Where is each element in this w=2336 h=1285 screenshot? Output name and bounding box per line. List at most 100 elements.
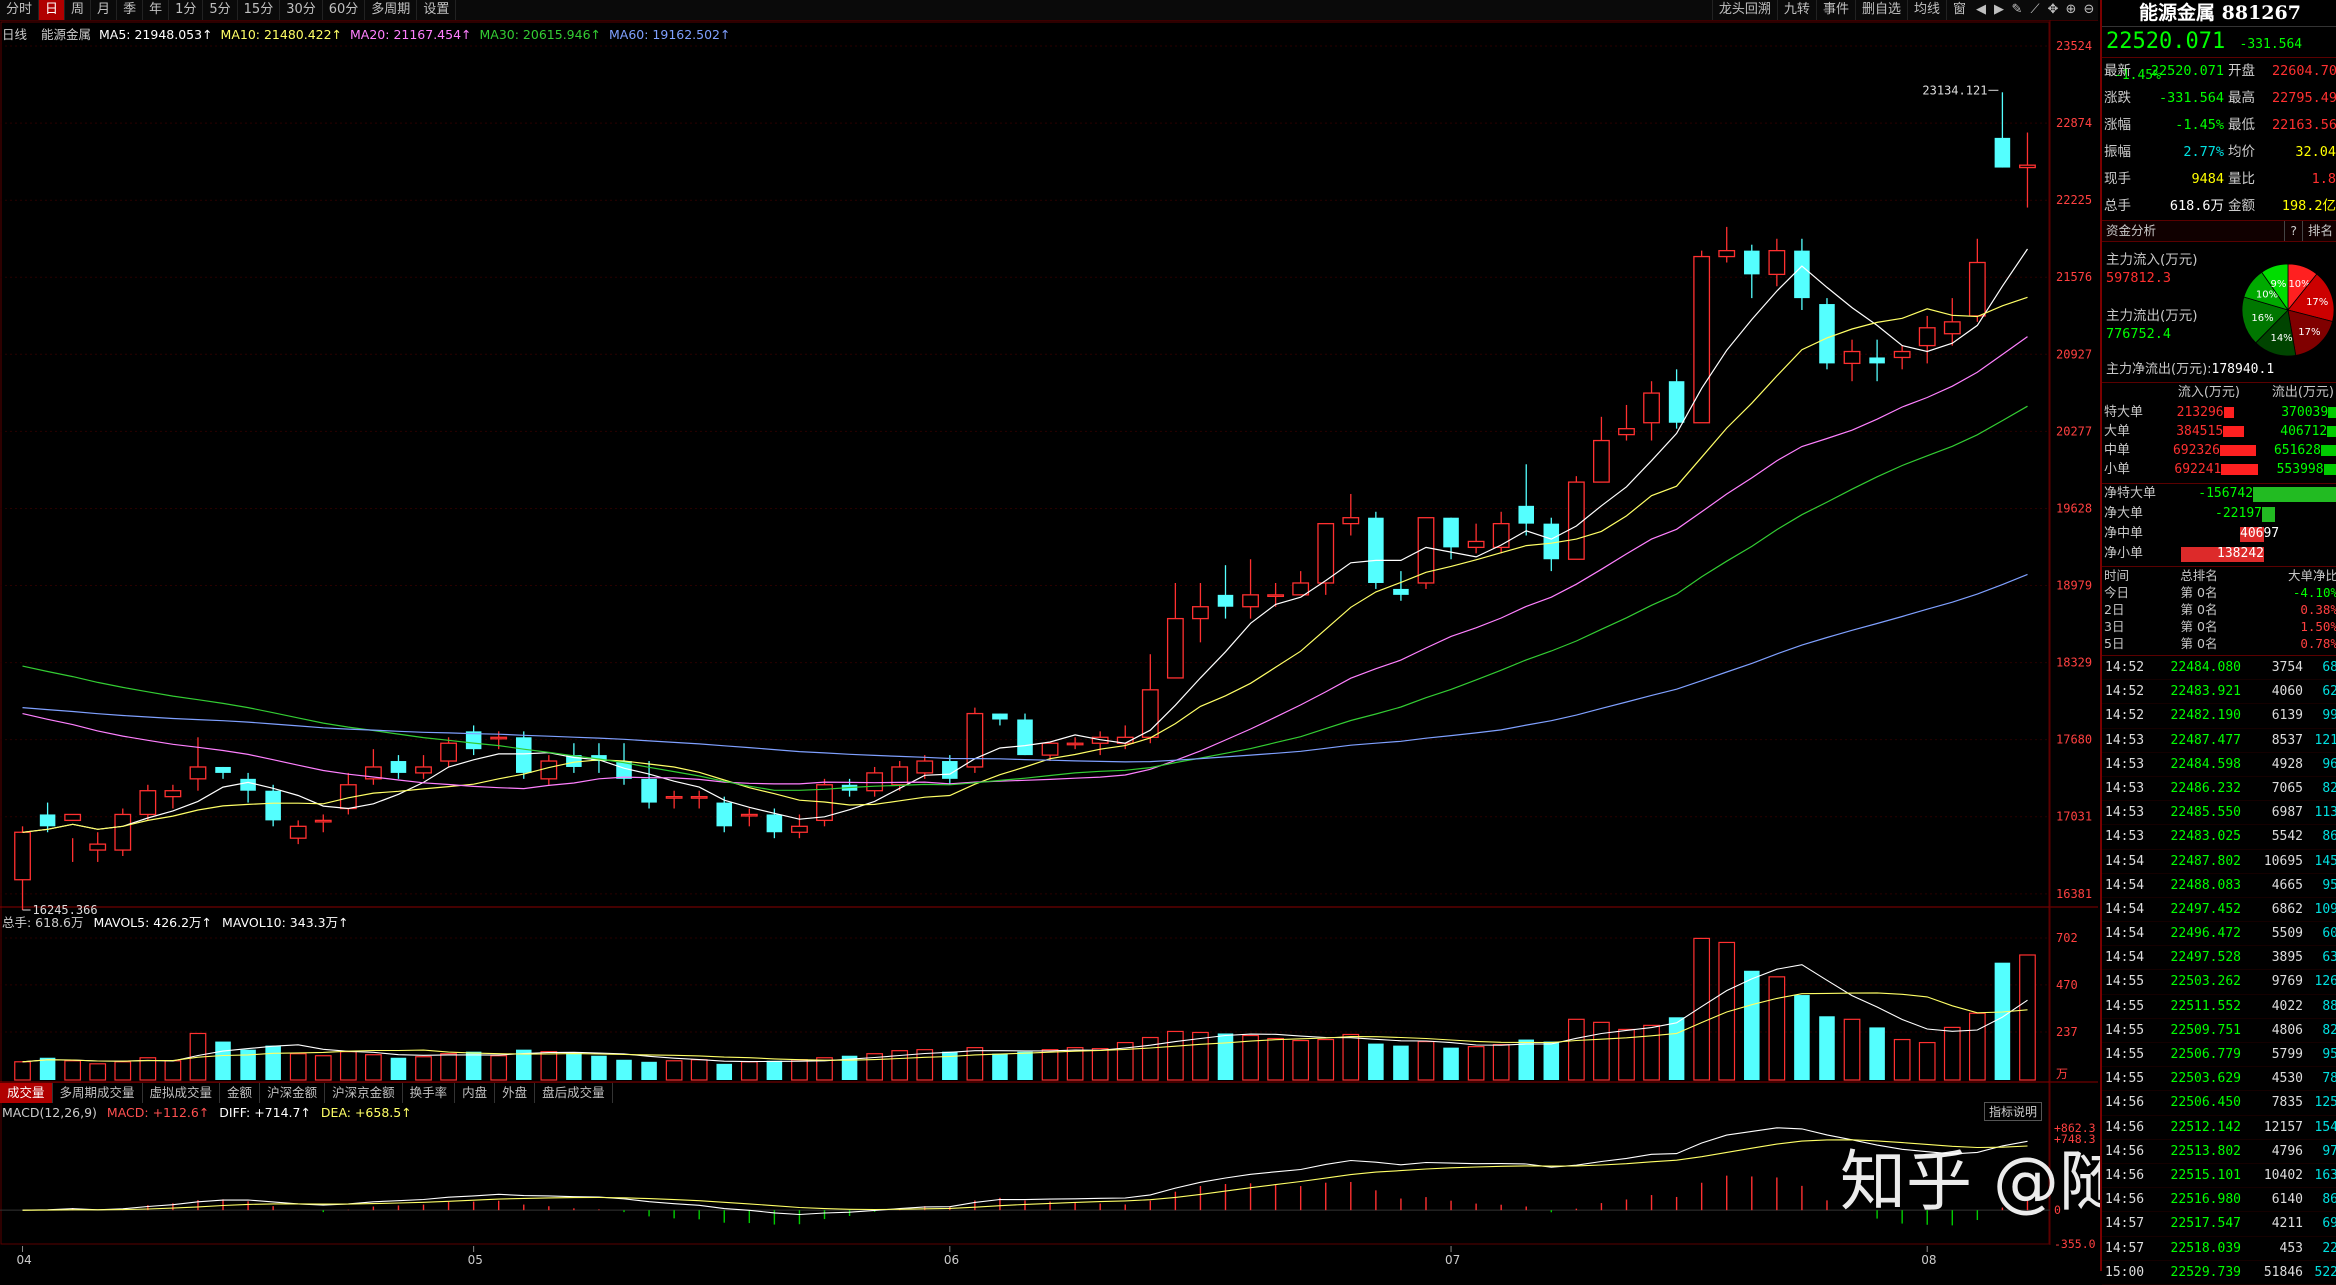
tick-time: 14:55	[2105, 1071, 2145, 1087]
nine-turn-button[interactable]: 九转	[1776, 0, 1816, 20]
rank-position: 第 0名	[2180, 585, 2218, 600]
volume-bar-up	[740, 1061, 758, 1081]
tab-1min[interactable]: 1分	[169, 0, 204, 20]
tab-30min[interactable]: 30分	[280, 0, 323, 20]
volume-bar-up	[1167, 1030, 1184, 1081]
rank-position: 第 0名	[2180, 619, 2218, 634]
net-flow-value: 40697	[2240, 526, 2280, 541]
flow-in-bar	[2223, 426, 2244, 437]
window-button[interactable]: 窗	[1945, 0, 1972, 20]
candle-body-up	[1968, 261, 1986, 317]
high-annotation: 23134.121	[1922, 83, 1987, 97]
remove-watchlist-button[interactable]: 删自选	[1854, 0, 1907, 20]
vol-tab-amount[interactable]: 金额	[220, 1083, 261, 1103]
tick-time: 14:52	[2105, 708, 2145, 724]
pan-icon[interactable]: ✥	[2044, 0, 2062, 20]
vol-tab-after-hours[interactable]: 盘后成交量	[535, 1083, 613, 1103]
tick-row: 14:53 22484.598 4928 96	[2102, 753, 2336, 777]
vol-tab-multi[interactable]: 多周期成交量	[53, 1083, 143, 1103]
vol-tab-turnover[interactable]: 换手率	[403, 1083, 456, 1103]
tick-time: 14:56	[2105, 1095, 2145, 1111]
candle-body-down	[1668, 381, 1685, 423]
flow-header-out: 流出(万元)	[2271, 385, 2334, 400]
volume-legend: 总手: 618.6万 MAVOL5: 426.2万↑ MAVOL10: 343.…	[2, 912, 349, 931]
tick-price: 22503.629	[2170, 1071, 2241, 1087]
tab-yearly[interactable]: 年	[143, 0, 170, 20]
tab-intraday[interactable]: 分时	[0, 0, 40, 20]
candle-body-up	[440, 742, 457, 762]
tick-row: 14:57 22517.547 4211 69	[2102, 1212, 2336, 1237]
flow-out-value: 370039	[2281, 405, 2329, 420]
candle-body-up	[1166, 617, 1184, 679]
zoom-out-icon[interactable]: ⊖	[2080, 0, 2098, 20]
ma-button[interactable]: 均线	[1906, 0, 1946, 20]
tab-daily[interactable]: 日	[39, 0, 66, 20]
toolbar-right: 龙头回溯 九转 事件 删自选 均线 窗 ◀ ▶ ✎ ⟋ ✥ ⊕ ⊖	[1711, 0, 2098, 20]
rank-header-rank: 总排名	[2180, 568, 2218, 583]
volume-bar-up	[415, 1056, 432, 1081]
tab-quarterly[interactable]: 季	[117, 0, 144, 20]
candle-body-up	[89, 843, 107, 851]
volume-bar-up	[1943, 1026, 1961, 1081]
candle-body-up	[1492, 522, 1510, 549]
tick-volume: 4530	[2271, 1071, 2303, 1087]
rank-header-ratio: 大单净比	[2287, 568, 2336, 583]
vol-tab-hsj-amount[interactable]: 沪深京金额	[325, 1083, 403, 1103]
capital-rank-button[interactable]: 排名	[2301, 221, 2336, 241]
net-flow-table: 净特大单 -156742 净大单 -22197 净中单 40697 净小单 138242	[2102, 483, 2336, 564]
tick-price: 22503.262	[2170, 974, 2241, 990]
draw-line-icon[interactable]: ⟋	[2026, 0, 2044, 20]
price-axis-label: 17680	[2056, 733, 2092, 747]
tab-60min[interactable]: 60分	[323, 0, 366, 20]
candle-body-down	[1794, 250, 1810, 299]
volume-total: 总手: 618.6万	[2, 915, 84, 930]
event-button[interactable]: 事件	[1815, 0, 1855, 20]
candle-body-up	[1342, 517, 1360, 525]
volume-bar-up	[1041, 1049, 1059, 1081]
indicator-help-button[interactable]: 指标说明	[1984, 1102, 2043, 1121]
tab-multi-period[interactable]: 多周期	[365, 0, 418, 20]
tick-price: 22483.025	[2170, 829, 2241, 845]
tick-price: 22487.802	[2170, 853, 2241, 869]
volume-bar-up	[1492, 1044, 1510, 1081]
vol-tab-virtual[interactable]: 虚拟成交量	[143, 1083, 221, 1103]
arrow-right-icon[interactable]: ▶	[1990, 0, 2008, 20]
tick-price: 22482.190	[2170, 708, 2241, 724]
tick-time: 14:55	[2105, 1022, 2145, 1038]
last-price: 22520.071	[2106, 29, 2226, 54]
vol-tab-outer[interactable]: 外盘	[495, 1083, 536, 1103]
period-toolbar: 分时 日 周 月 季 年 1分 5分 15分 30分 60分 多周期 设置 龙头…	[0, 0, 2098, 21]
volume-bar-up	[1292, 1039, 1310, 1081]
flow-in-value: 692241	[2174, 462, 2222, 477]
tab-settings[interactable]: 设置	[417, 0, 457, 20]
leader-review-button[interactable]: 龙头回溯	[1711, 0, 1777, 20]
macd-value: MACD: +112.6↑	[106, 1105, 210, 1120]
tab-5min[interactable]: 5分	[203, 0, 238, 20]
tick-list[interactable]: 14:52 22484.080 3754 68 14:52 22483.921 4060 62…	[2102, 655, 2336, 1285]
rank-position: 第 0名	[2180, 636, 2218, 651]
vol-tab-inner[interactable]: 内盘	[455, 1083, 496, 1103]
tick-volume: 10402	[2263, 1167, 2303, 1183]
outflow-label: 主力流出(万元)	[2106, 308, 2198, 324]
quote-row: 现手 9484 量比 1.8	[2102, 166, 2336, 193]
vol-tab-hs-amount[interactable]: 沪深金额	[260, 1083, 326, 1103]
tab-monthly[interactable]: 月	[91, 0, 118, 20]
quote-key: 现手	[2104, 171, 2131, 187]
zoom-in-icon[interactable]: ⊕	[2062, 0, 2080, 20]
arrow-left-icon[interactable]: ◀	[1972, 0, 1990, 20]
pencil-icon[interactable]: ✎	[2008, 0, 2026, 20]
volume-bar-down	[465, 1051, 482, 1080]
macd-dea: DEA: +658.5↑	[320, 1105, 412, 1120]
tick-price: 22509.751	[2170, 1022, 2241, 1038]
quote-value2: 32.04	[2295, 144, 2336, 160]
tick-count: 78	[2322, 1071, 2336, 1087]
capital-help-button[interactable]: ?	[2284, 221, 2302, 241]
vol-tab-volume[interactable]: 成交量	[0, 1083, 53, 1103]
tab-weekly[interactable]: 周	[65, 0, 92, 20]
volume-bar-up	[490, 1055, 508, 1081]
volume-bar-down	[215, 1041, 231, 1080]
flow-row-label: 小单	[2104, 462, 2131, 477]
volume-bar-down	[39, 1057, 56, 1080]
tab-15min[interactable]: 15分	[238, 0, 281, 20]
candle-body-down	[766, 814, 783, 833]
